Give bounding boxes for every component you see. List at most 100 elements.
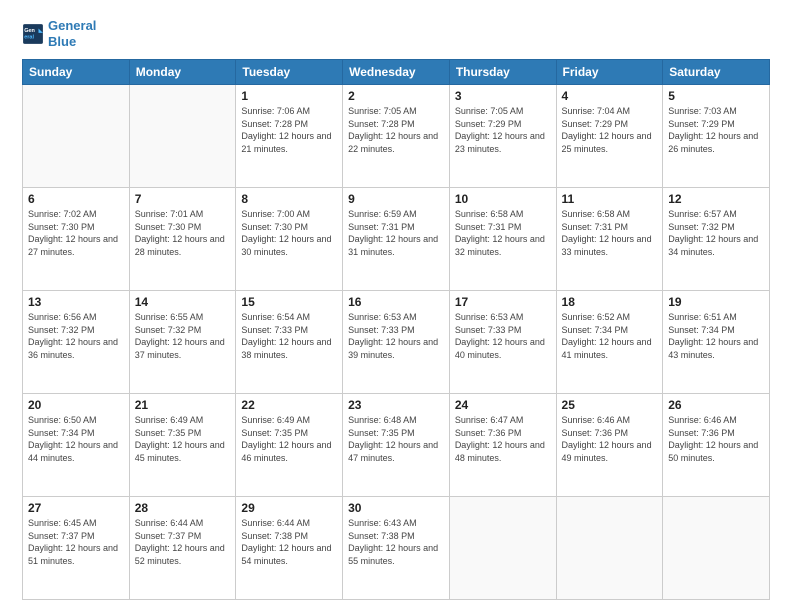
calendar-cell — [556, 497, 663, 600]
calendar-cell: 22 Sunrise: 6:49 AM Sunset: 7:35 PM Dayli… — [236, 394, 343, 497]
day-number: 13 — [28, 295, 124, 309]
calendar-cell: 21 Sunrise: 6:49 AM Sunset: 7:35 PM Dayli… — [129, 394, 236, 497]
calendar-cell: 6 Sunrise: 7:02 AM Sunset: 7:30 PM Daylig… — [23, 188, 130, 291]
calendar-cell: 25Sunrise: 6:46 AM Sunset: 7:36 PM Dayli… — [556, 394, 663, 497]
logo: Gen eral General Blue — [22, 18, 96, 49]
day-number: 12 — [668, 192, 764, 206]
day-number: 17 — [455, 295, 551, 309]
day-number: 27 — [28, 501, 124, 515]
day-number: 18 — [562, 295, 658, 309]
calendar-cell — [663, 497, 770, 600]
weekday-header-sunday: Sunday — [23, 60, 130, 85]
calendar-cell: 19 Sunrise: 6:51 AM Sunset: 7:34 PM Dayli… — [663, 291, 770, 394]
calendar-cell: 11 Sunrise: 6:58 AM Sunset: 7:31 PM Dayli… — [556, 188, 663, 291]
calendar-cell: 26 Sunrise: 6:46 AM Sunset: 7:36 PM Dayli… — [663, 394, 770, 497]
calendar-cell: 23 Sunrise: 6:48 AM Sunset: 7:35 PM Dayli… — [343, 394, 450, 497]
day-info: Sunrise: 7:03 AM Sunset: 7:29 PM Dayligh… — [668, 105, 764, 155]
day-number: 6 — [28, 192, 124, 206]
day-number: 1 — [241, 89, 337, 103]
day-info: Sunrise: 7:02 AM Sunset: 7:30 PM Dayligh… — [28, 208, 124, 258]
day-info: Sunrise: 6:45 AM Sunset: 7:37 PM Dayligh… — [28, 517, 124, 567]
day-number: 2 — [348, 89, 444, 103]
day-info: Sunrise: 6:48 AM Sunset: 7:35 PM Dayligh… — [348, 414, 444, 464]
svg-text:eral: eral — [24, 34, 34, 40]
day-number: 24 — [455, 398, 551, 412]
day-number: 19 — [668, 295, 764, 309]
calendar-cell: 10 Sunrise: 6:58 AM Sunset: 7:31 PM Dayli… — [449, 188, 556, 291]
day-info: Sunrise: 6:53 AM Sunset: 7:33 PM Dayligh… — [455, 311, 551, 361]
day-number: 3 — [455, 89, 551, 103]
day-info: Sunrise: 6:55 AM Sunset: 7:32 PM Dayligh… — [135, 311, 231, 361]
day-info: Sunrise: 6:44 AM Sunset: 7:38 PM Dayligh… — [241, 517, 337, 567]
calendar-cell: 29 Sunrise: 6:44 AM Sunset: 7:38 PM Dayli… — [236, 497, 343, 600]
day-number: 26 — [668, 398, 764, 412]
calendar-cell: 14 Sunrise: 6:55 AM Sunset: 7:32 PM Dayli… — [129, 291, 236, 394]
weekday-header-friday: Friday — [556, 60, 663, 85]
calendar-cell: 5 Sunrise: 7:03 AM Sunset: 7:29 PM Daylig… — [663, 85, 770, 188]
logo-icon: Gen eral — [22, 23, 44, 45]
day-info: Sunrise: 6:58 AM Sunset: 7:31 PM Dayligh… — [562, 208, 658, 258]
calendar-cell: 8 Sunrise: 7:00 AM Sunset: 7:30 PM Daylig… — [236, 188, 343, 291]
day-info: Sunrise: 6:44 AM Sunset: 7:37 PM Dayligh… — [135, 517, 231, 567]
calendar-cell: 28 Sunrise: 6:44 AM Sunset: 7:37 PM Dayli… — [129, 497, 236, 600]
day-number: 8 — [241, 192, 337, 206]
day-number: 15 — [241, 295, 337, 309]
day-number: 11 — [562, 192, 658, 206]
day-number: 25 — [562, 398, 658, 412]
day-info: Sunrise: 6:54 AM Sunset: 7:33 PM Dayligh… — [241, 311, 337, 361]
day-number: 4 — [562, 89, 658, 103]
day-number: 23 — [348, 398, 444, 412]
calendar-cell: 20 Sunrise: 6:50 AM Sunset: 7:34 PM Dayli… — [23, 394, 130, 497]
day-number: 29 — [241, 501, 337, 515]
calendar-cell: 17 Sunrise: 6:53 AM Sunset: 7:33 PM Dayli… — [449, 291, 556, 394]
weekday-header-monday: Monday — [129, 60, 236, 85]
day-info: Sunrise: 6:52 AM Sunset: 7:34 PM Dayligh… — [562, 311, 658, 361]
day-number: 21 — [135, 398, 231, 412]
weekday-header-saturday: Saturday — [663, 60, 770, 85]
calendar-cell: 27 Sunrise: 6:45 AM Sunset: 7:37 PM Dayli… — [23, 497, 130, 600]
day-number: 16 — [348, 295, 444, 309]
day-info: Sunrise: 7:05 AM Sunset: 7:29 PM Dayligh… — [455, 105, 551, 155]
calendar-cell: 24Sunrise: 6:47 AM Sunset: 7:36 PM Dayli… — [449, 394, 556, 497]
logo-text-line2: Blue — [48, 34, 96, 50]
day-info: Sunrise: 7:01 AM Sunset: 7:30 PM Dayligh… — [135, 208, 231, 258]
calendar-cell: 2 Sunrise: 7:05 AM Sunset: 7:28 PM Daylig… — [343, 85, 450, 188]
day-info: Sunrise: 6:43 AM Sunset: 7:38 PM Dayligh… — [348, 517, 444, 567]
weekday-header-wednesday: Wednesday — [343, 60, 450, 85]
day-number: 22 — [241, 398, 337, 412]
day-info: Sunrise: 6:58 AM Sunset: 7:31 PM Dayligh… — [455, 208, 551, 258]
day-info: Sunrise: 6:51 AM Sunset: 7:34 PM Dayligh… — [668, 311, 764, 361]
calendar-cell — [129, 85, 236, 188]
header: Gen eral General Blue — [22, 18, 770, 49]
day-info: Sunrise: 6:46 AM Sunset: 7:36 PM Dayligh… — [668, 414, 764, 464]
day-info: Sunrise: 6:49 AM Sunset: 7:35 PM Dayligh… — [135, 414, 231, 464]
day-info: Sunrise: 6:49 AM Sunset: 7:35 PM Dayligh… — [241, 414, 337, 464]
calendar-table: SundayMondayTuesdayWednesdayThursdayFrid… — [22, 59, 770, 600]
calendar-cell: 1 Sunrise: 7:06 AM Sunset: 7:28 PM Daylig… — [236, 85, 343, 188]
weekday-header-tuesday: Tuesday — [236, 60, 343, 85]
day-number: 20 — [28, 398, 124, 412]
day-info: Sunrise: 7:06 AM Sunset: 7:28 PM Dayligh… — [241, 105, 337, 155]
calendar-cell — [23, 85, 130, 188]
calendar-cell: 13 Sunrise: 6:56 AM Sunset: 7:32 PM Dayli… — [23, 291, 130, 394]
day-number: 5 — [668, 89, 764, 103]
day-number: 10 — [455, 192, 551, 206]
logo-text-line1: General — [48, 18, 96, 34]
calendar-cell: 16Sunrise: 6:53 AM Sunset: 7:33 PM Dayli… — [343, 291, 450, 394]
weekday-header-thursday: Thursday — [449, 60, 556, 85]
day-number: 28 — [135, 501, 231, 515]
day-info: Sunrise: 7:00 AM Sunset: 7:30 PM Dayligh… — [241, 208, 337, 258]
calendar-cell: 4 Sunrise: 7:04 AM Sunset: 7:29 PM Daylig… — [556, 85, 663, 188]
calendar-cell: 7 Sunrise: 7:01 AM Sunset: 7:30 PM Daylig… — [129, 188, 236, 291]
calendar-cell: 15 Sunrise: 6:54 AM Sunset: 7:33 PM Dayli… — [236, 291, 343, 394]
day-info: Sunrise: 6:56 AM Sunset: 7:32 PM Dayligh… — [28, 311, 124, 361]
calendar-cell — [449, 497, 556, 600]
day-info: Sunrise: 7:04 AM Sunset: 7:29 PM Dayligh… — [562, 105, 658, 155]
svg-text:Gen: Gen — [24, 27, 35, 33]
day-info: Sunrise: 7:05 AM Sunset: 7:28 PM Dayligh… — [348, 105, 444, 155]
day-info: Sunrise: 6:59 AM Sunset: 7:31 PM Dayligh… — [348, 208, 444, 258]
day-number: 9 — [348, 192, 444, 206]
day-number: 7 — [135, 192, 231, 206]
day-number: 14 — [135, 295, 231, 309]
day-info: Sunrise: 6:50 AM Sunset: 7:34 PM Dayligh… — [28, 414, 124, 464]
